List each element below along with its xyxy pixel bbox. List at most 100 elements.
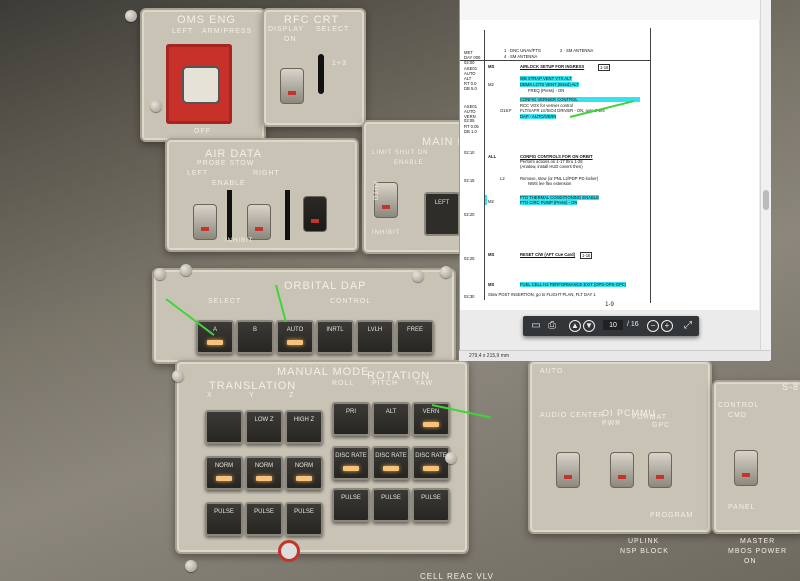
manual-pulse-pitch-button[interactable]: PULSE [372,488,410,522]
dap-b-button[interactable]: B [236,320,274,354]
axis-yaw-label: YAW [415,380,434,387]
main-eng-limit-switch[interactable] [374,182,398,218]
doc-header-item2: 2 · SM ANTENNA [560,48,594,53]
axis-y-label: Y [249,392,255,399]
manual-norm-z-button[interactable]: NORM [285,456,323,490]
manual-vern-light [423,422,439,427]
manual-disc-rate-roll-button[interactable]: DISC RATE [332,446,370,480]
manual-pulse-roll-button[interactable]: PULSE [332,488,370,522]
comm-pwr-switch[interactable] [610,452,634,488]
manual-vern-label: VERN [422,409,440,415]
page-down-icon[interactable]: ▼ [583,320,595,332]
dap-inrtl-button[interactable]: INRTL [316,320,354,354]
save-icon[interactable]: ▭ [529,319,543,333]
air-data-right-switch[interactable] [247,204,271,240]
manual-alt-button[interactable]: ALT [372,402,410,436]
main-eng-left-button[interactable]: LEFT [424,192,460,236]
manual-pulse-y-label: PULSE [254,509,274,515]
rfc-crt-select-knob[interactable] [318,54,324,94]
manual-norm-x-light [216,476,232,481]
air-data-left-switch[interactable] [193,204,217,240]
page-number-input[interactable] [603,320,623,330]
main-eng-panel: MAIN EN LIMIT SHUT DN ENABLE AUTO INHIBI… [362,120,474,254]
orbital-dap-title: ORBITAL DAP [284,280,367,292]
page-up-icon[interactable]: ▲ [569,320,581,332]
axis-roll-label: ROLL [332,380,355,387]
oms-eng-left-label: LEFT [172,28,194,35]
screw [172,370,184,382]
manual-pulse-y-button[interactable]: PULSE [245,502,283,536]
entry-who: MS [488,64,495,69]
manual-disc-rate-yaw-button[interactable]: DISC RATE [412,446,450,480]
orbital-dap-select-label: SELECT [208,298,242,305]
entry-text: (Anatow, install HUD covers then) [520,164,583,169]
entry-text: Stow POST INSERTION, go to FLIGHT PLAN, … [488,292,596,297]
air-data-inhibit-label: INHIBIT [225,238,254,244]
entry-who: ALL [488,154,497,159]
dap-auto-label: AUTO [286,327,304,333]
manual-norm-y-button[interactable]: NORM [245,456,283,490]
manual-pulse-z-button[interactable]: PULSE [285,502,323,536]
print-icon[interactable]: ⎙ [545,319,559,333]
entry-text: FUEL CELL H2 PERFORMANCE EXIT (OPS-OPS-G… [520,282,627,287]
comm-format-switch[interactable] [648,452,672,488]
manual-pulse-x-button[interactable]: PULSE [205,502,243,536]
main-eng-enable-label: ENABLE [394,160,424,166]
manual-norm-y-label: NORM [254,463,274,469]
manual-pulse-pitch-label: PULSE [381,495,401,501]
left-note: DB 5.0 [464,86,477,91]
manual-blank-button[interactable] [205,410,243,444]
timeline-line [484,30,485,300]
axis-z-label: Z [289,392,295,399]
oms-eng-guard[interactable] [166,44,232,124]
manual-disc-rate-pitch-button[interactable]: DISC RATE [372,446,410,480]
manual-pulse-z-label: PULSE [294,509,314,515]
dap-auto-button[interactable]: AUTO [276,320,314,354]
pdf-scroll-thumb[interactable] [763,190,769,210]
manual-norm-y-light [256,476,272,481]
comm-gpc-label: GPC [652,422,671,429]
manual-disc-rate-yaw-label: DISC RATE [415,453,447,459]
air-data-third-switch[interactable] [303,196,327,232]
manual-pri-button[interactable]: PRI [332,402,370,436]
page-header-line [460,60,650,61]
time-0215: 02:15 [464,178,475,183]
panel-label: PANEL [728,504,756,511]
doc-header-item3: 4 · SM ANTENNA [504,54,538,59]
time-0210: 02:10 [464,150,475,155]
orbital-dap-panel: ORBITAL DAP SELECT CONTROL A B AUTO INRT… [152,268,456,364]
left-note: DB 1.0 [464,129,477,134]
fit-page-icon[interactable]: ⤢ [681,319,695,333]
manual-high-z-button[interactable]: HIGH Z [285,410,323,444]
manual-norm-x-button[interactable]: NORM [205,456,243,490]
manual-pulse-yaw-button[interactable]: PULSE [412,488,450,522]
entry-text: DBMS LOTS VENT (tinted) ALT [520,82,579,87]
rfc-crt-display-switch[interactable] [280,68,304,104]
highlight-band [485,195,487,205]
main-eng-inhibit-label: INHIBIT [372,230,401,236]
manual-disc-rate-pitch-label: DISC RATE [375,453,407,459]
comm-audio-switch[interactable] [556,452,580,488]
pdf-vertical-scrollbar[interactable] [760,0,771,350]
air-data-enable-label: ENABLE [212,180,246,187]
main-eng-limit-label: LIMIT SHUT DN [372,150,429,156]
entry-text: FTD CIRC PUMP (Press) - ON [520,200,578,205]
entry-who: M2 [488,82,494,87]
pdf-viewer-topbar [460,0,771,21]
zoom-in-icon[interactable]: + [661,320,673,332]
pdf-page-size: 279,4 x 215,9 mm [469,353,510,359]
manual-disc-rate-yaw-light [423,466,439,471]
page-col-line [650,28,651,303]
time-0200: 02:00 [464,60,475,65]
zoom-out-icon[interactable]: − [647,320,659,332]
rfc-crt-select-label: SELECT [316,26,350,33]
screw [445,452,457,464]
air-data-left-label: LEFT [187,170,209,177]
manual-low-z-button[interactable]: LOW Z [245,410,283,444]
control-cmd-switch[interactable] [734,450,758,486]
manual-disc-rate-roll-light [343,466,359,471]
left-note: VERN [464,114,476,119]
dap-lvlh-button[interactable]: LVLH [356,320,394,354]
dap-free-button[interactable]: FREE [396,320,434,354]
oms-eng-toggle[interactable] [182,66,220,104]
